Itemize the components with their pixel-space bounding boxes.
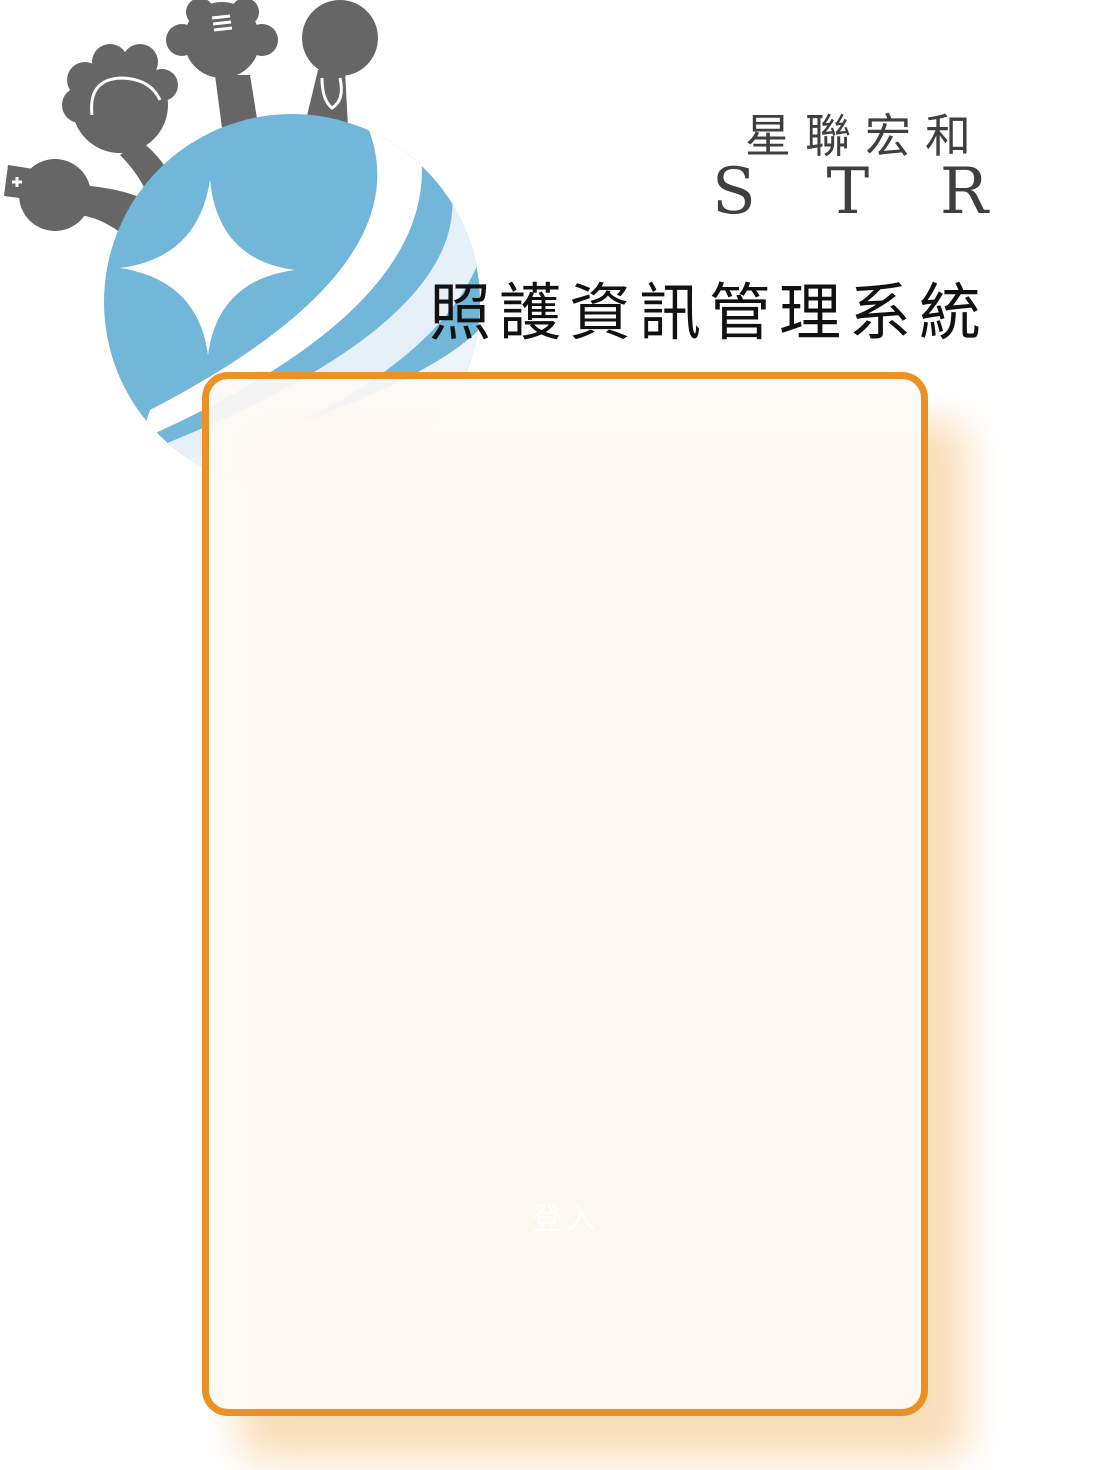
login-page: 星聯宏和 S T R 照護資訊管理系統 登入 — [0, 0, 1107, 1470]
abbr-letter: R — [939, 155, 988, 229]
login-button[interactable]: 登入 — [456, 1188, 676, 1244]
abbr-letter: S — [712, 155, 756, 229]
system-title: 照護資訊管理系統 — [428, 276, 989, 349]
login-card — [202, 372, 928, 1416]
company-abbreviation: S T R — [712, 160, 988, 224]
abbr-letter: T — [826, 155, 870, 229]
